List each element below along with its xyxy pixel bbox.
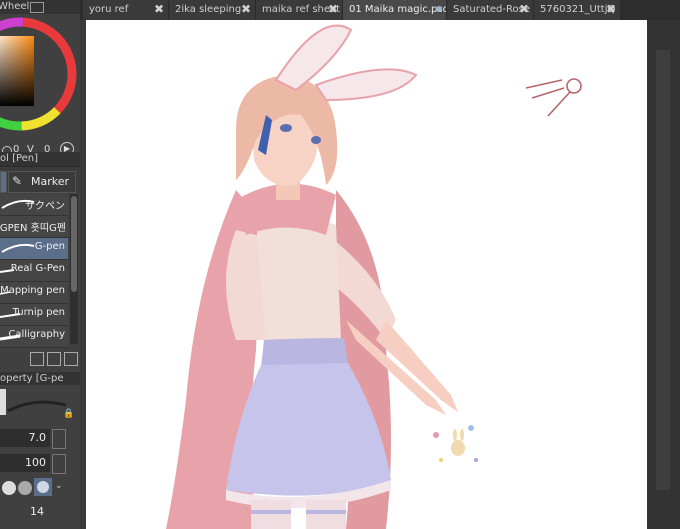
close-icon[interactable]: ✖ (328, 2, 338, 16)
brush-list: サクペン GPEN 흣띠G펜 G-pen Real G-Pen Mapping … (0, 194, 68, 348)
opacity-toggle[interactable] (52, 454, 66, 474)
tool-panel-title: ol [Pen] (0, 153, 39, 164)
brush-shape-soft-icon[interactable] (18, 481, 32, 495)
brush-item[interactable]: Real G-Pen (0, 260, 68, 282)
color-wheel[interactable] (0, 14, 80, 134)
brush-item-selected[interactable]: G-pen (0, 238, 68, 260)
brush-stroke-preview (0, 389, 67, 415)
left-panel: Wheel 0 V 0 ▶ ol [Pen] ✎ Marker サクペン GPE… (0, 0, 80, 529)
color-wheel-panel-header: Wheel (0, 0, 80, 15)
brush-item[interactable]: GPEN 흣띠G펜 (0, 216, 68, 238)
panel-menu-icon[interactable] (30, 2, 44, 13)
close-icon[interactable]: ✖ (606, 2, 616, 16)
tool-panel-header: ol [Pen] (0, 152, 80, 167)
brush-item[interactable]: Mapping pen (0, 282, 68, 304)
tab-label: yoru ref (89, 4, 129, 15)
stroke-preview-icon (1, 243, 35, 253)
pen-tool-button[interactable] (0, 171, 7, 193)
scrollbar-thumb[interactable] (71, 196, 77, 292)
trash-icon[interactable] (64, 352, 78, 366)
size-value: 7.0 (28, 431, 47, 444)
chevron-down-icon[interactable]: ⌄ (55, 481, 65, 495)
brush-label: GPEN 흣띠G펜 (0, 223, 66, 234)
opacity-field[interactable]: 100 (0, 454, 50, 472)
brush-label: G-pen (34, 241, 65, 252)
tab-yoru-ref[interactable]: yoru ref ✖ (83, 0, 169, 20)
brush-label: Mapping pen (0, 285, 65, 296)
vertical-scrollbar[interactable] (656, 50, 670, 490)
brush-label: Turnip pen (12, 307, 65, 318)
brush-item[interactable]: Calligraphy (0, 326, 68, 348)
brush-item[interactable]: Turnip pen (0, 304, 68, 326)
close-icon[interactable]: ✖ (154, 2, 164, 16)
tab-5760321[interactable]: 5760321_UttjQ ✖ (534, 0, 621, 20)
tab-maika-magic[interactable]: 01 Maika magic.psd* (343, 0, 447, 20)
marker-label: Marker (31, 175, 70, 188)
tool-property-panel: 🔒 7.0 100 ⌄ 14 (0, 385, 80, 529)
opacity-value: 100 (25, 456, 46, 469)
copy-icon[interactable] (30, 352, 44, 366)
marker-icon: ✎ (12, 174, 23, 188)
brush-actions-row (0, 352, 80, 368)
unsaved-dot-icon[interactable] (436, 6, 442, 12)
tab-label: 5760321_UttjQ (540, 4, 616, 15)
doodle-sketch (525, 78, 582, 117)
tab-label: 01 Maika magic.psd* (349, 4, 447, 15)
brush-item[interactable]: サクペン (0, 194, 68, 216)
size-field[interactable]: 7.0 (0, 429, 50, 447)
size-stepper[interactable] (52, 429, 66, 449)
tab-saturated-rose[interactable]: Saturated-Rose ✖ (447, 0, 534, 20)
close-icon[interactable]: ✖ (519, 2, 529, 16)
tab-label: 2ika sleeping (175, 4, 242, 15)
right-side-bar (647, 20, 680, 529)
color-wheel-title: Wheel (0, 1, 30, 12)
brush-shape-selected-icon[interactable] (34, 478, 52, 496)
tab-maika-ref-sheet[interactable]: maika ref sheet ✖ (256, 0, 343, 20)
tool-property-title: operty [G-pe (0, 373, 64, 384)
color-wheel-area: 0 V 0 ▶ (0, 14, 80, 156)
document-tabs: yoru ref ✖ 2ika sleeping ✖ maika ref she… (80, 0, 680, 20)
lock-icon[interactable]: 🔒 (63, 409, 74, 419)
marker-tool-button[interactable]: ✎ Marker (8, 171, 76, 193)
brush-list-scrollbar[interactable] (70, 194, 78, 344)
brush-density-value[interactable]: 14 (30, 505, 44, 518)
drawing-canvas[interactable] (86, 20, 647, 529)
close-icon[interactable]: ✖ (241, 2, 251, 16)
tab-2ika-sleeping[interactable]: 2ika sleeping ✖ (169, 0, 256, 20)
brush-label: Real G-Pen (10, 263, 65, 274)
brush-shape-round-icon[interactable] (2, 481, 16, 495)
new-brush-icon[interactable] (47, 352, 61, 366)
brush-label: Calligraphy (8, 329, 65, 340)
brush-label: サクペン (25, 201, 65, 212)
artwork-illustration (166, 24, 582, 529)
